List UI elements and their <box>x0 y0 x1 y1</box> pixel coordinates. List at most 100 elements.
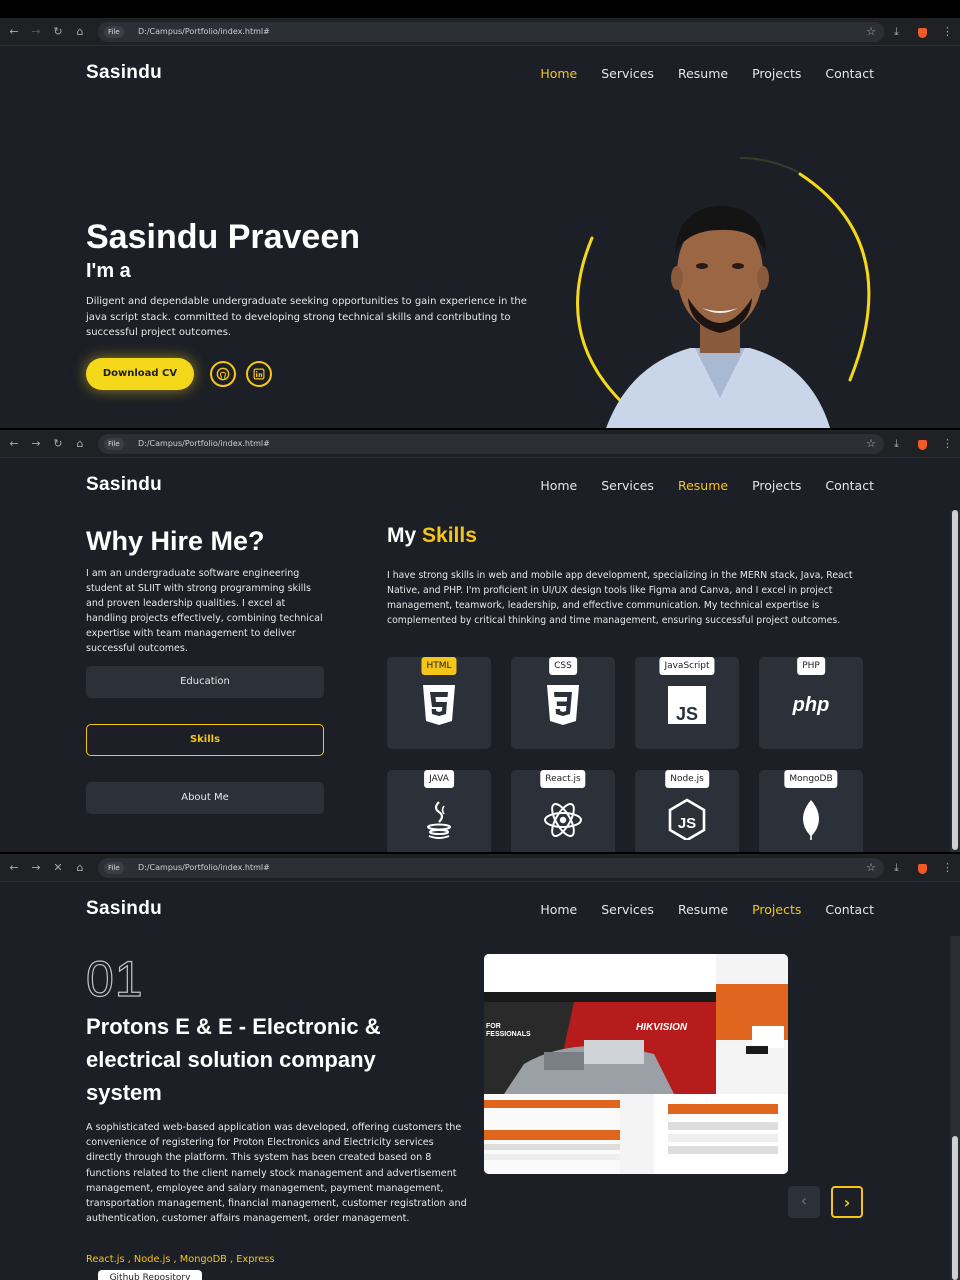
html5-icon <box>423 685 455 725</box>
java-icon <box>427 801 451 839</box>
skill-label: JavaScript <box>659 657 715 675</box>
about-me-button[interactable]: About Me <box>86 782 324 814</box>
nav-services[interactable]: Services <box>601 902 654 917</box>
url-text[interactable]: D:/Campus/Portfolio/index.html# <box>138 434 270 454</box>
site-logo[interactable]: Sasindu <box>86 474 162 496</box>
github-icon[interactable] <box>210 361 236 387</box>
projects-screen-panel: ← → ✕ ⌂ File D:/Campus/Portfolio/index.h… <box>0 854 960 1280</box>
skill-card-react[interactable]: React.js <box>511 770 615 852</box>
page-scrollbar[interactable] <box>950 936 960 1280</box>
home-icon[interactable]: ⌂ <box>72 858 88 878</box>
hero-subtitle: I'm a <box>86 260 131 282</box>
file-chip[interactable]: File <box>104 26 124 38</box>
home-icon[interactable]: ⌂ <box>72 434 88 454</box>
browser-toolbar: ← → ↻ ⌂ File D:/Campus/Portfolio/index.h… <box>0 18 960 46</box>
address-bar[interactable]: File D:/Campus/Portfolio/index.html# ☆ <box>98 434 884 454</box>
nav-home[interactable]: Home <box>540 902 577 917</box>
svg-text:HIKVISION: HIKVISION <box>636 1022 688 1033</box>
nav-resume[interactable]: Resume <box>678 66 728 81</box>
skills-description: I have strong skills in web and mobile a… <box>387 570 853 626</box>
chevron-right-icon[interactable]: › <box>831 1186 863 1218</box>
nav-home[interactable]: Home <box>540 478 577 493</box>
skill-card-java[interactable]: JAVA <box>387 770 491 852</box>
site-navbar: Sasindu Home Services Resume Projects Co… <box>0 882 960 938</box>
skill-label: HTML <box>421 657 457 675</box>
forward-icon[interactable]: → <box>28 858 44 878</box>
nav-contact[interactable]: Contact <box>825 902 874 917</box>
back-icon[interactable]: ← <box>6 22 22 42</box>
site-navbar: Sasindu Home Services Resume Projects Co… <box>0 46 960 102</box>
home-icon[interactable]: ⌂ <box>72 22 88 42</box>
back-icon[interactable]: ← <box>6 858 22 878</box>
nav-projects[interactable]: Projects <box>752 478 801 493</box>
skill-card-javascript[interactable]: JavaScript JS <box>635 657 739 749</box>
nav-resume[interactable]: Resume <box>678 902 728 917</box>
skills-title-prefix: My <box>387 524 417 547</box>
file-chip[interactable]: File <box>104 438 124 450</box>
file-chip[interactable]: File <box>104 862 124 874</box>
nav-links: Home Services Resume Projects Contact <box>540 902 874 917</box>
site-logo[interactable]: Sasindu <box>86 62 162 84</box>
bookmark-star-icon[interactable]: ☆ <box>866 858 876 878</box>
brave-shield-icon[interactable] <box>918 440 927 450</box>
url-text[interactable]: D:/Campus/Portfolio/index.html# <box>138 22 270 42</box>
skill-label: PHP <box>797 657 825 675</box>
address-bar[interactable]: File D:/Campus/Portfolio/index.html# ☆ <box>98 858 884 878</box>
forward-icon[interactable]: → <box>28 22 44 42</box>
chevron-left-icon[interactable]: ‹ <box>788 1186 820 1218</box>
skill-card-nodejs[interactable]: Node.js JS <box>635 770 739 852</box>
forward-icon[interactable]: → <box>28 434 44 454</box>
back-icon[interactable]: ← <box>6 434 22 454</box>
download-icon[interactable]: ⤓ <box>894 434 899 454</box>
scrollbar-thumb[interactable] <box>952 1136 958 1280</box>
brave-shield-icon[interactable] <box>918 28 927 38</box>
reload-icon[interactable]: ↻ <box>50 22 66 42</box>
browser-toolbar: ← → ✕ ⌂ File D:/Campus/Portfolio/index.h… <box>0 854 960 882</box>
bookmark-star-icon[interactable]: ☆ <box>866 434 876 454</box>
bookmark-star-icon[interactable]: ☆ <box>866 22 876 42</box>
project-number: 01 <box>85 950 144 1007</box>
nav-contact[interactable]: Contact <box>825 478 874 493</box>
download-cv-button[interactable]: Download CV <box>86 358 194 390</box>
menu-kebab-icon[interactable]: ⋮ <box>942 22 953 42</box>
nav-services[interactable]: Services <box>601 478 654 493</box>
education-button[interactable]: Education <box>86 666 324 698</box>
project-tech-stack: React.js , Node.js , MongoDB , Express <box>86 1254 275 1265</box>
github-repository-button[interactable]: Github Repository <box>98 1270 202 1280</box>
download-icon[interactable]: ⤓ <box>894 858 899 878</box>
url-text[interactable]: D:/Campus/Portfolio/index.html# <box>138 858 270 878</box>
skill-card-html[interactable]: HTML <box>387 657 491 749</box>
nodejs-icon: JS <box>668 798 706 840</box>
browser-toolbar: ← → ↻ ⌂ File D:/Campus/Portfolio/index.h… <box>0 430 960 458</box>
nav-services[interactable]: Services <box>601 66 654 81</box>
nav-projects[interactable]: Projects <box>752 66 801 81</box>
svg-text:JS: JS <box>676 704 698 724</box>
javascript-icon: JS <box>668 686 706 724</box>
skills-button[interactable]: Skills <box>86 724 324 756</box>
site-logo[interactable]: Sasindu <box>86 898 162 920</box>
reload-icon[interactable]: ↻ <box>50 434 66 454</box>
nav-contact[interactable]: Contact <box>825 66 874 81</box>
skill-card-mongodb[interactable]: MongoDB <box>759 770 863 852</box>
project-description: A sophisticated web-based application wa… <box>86 1122 467 1225</box>
project-screenshot[interactable]: FOR FESSIONALS HIKVISION <box>484 954 788 1174</box>
linkedin-icon[interactable] <box>246 361 272 387</box>
skill-card-php[interactable]: PHP php <box>759 657 863 749</box>
menu-kebab-icon[interactable]: ⋮ <box>942 858 953 878</box>
skill-card-css[interactable]: CSS <box>511 657 615 749</box>
scrollbar-thumb[interactable] <box>952 510 958 850</box>
menu-kebab-icon[interactable]: ⋮ <box>942 434 953 454</box>
download-icon[interactable]: ⤓ <box>894 22 899 42</box>
address-bar[interactable]: File D:/Campus/Portfolio/index.html# ☆ <box>98 22 884 42</box>
nav-resume[interactable]: Resume <box>678 478 728 493</box>
site-navbar: Sasindu Home Services Resume Projects Co… <box>0 458 960 514</box>
stop-loading-icon[interactable]: ✕ <box>50 858 66 878</box>
brave-shield-icon[interactable] <box>918 864 927 874</box>
skill-label: React.js <box>540 770 586 788</box>
nav-home[interactable]: Home <box>540 66 577 81</box>
svg-text:FESSIONALS: FESSIONALS <box>486 1031 531 1038</box>
skill-label: JAVA <box>424 770 454 788</box>
page-scrollbar[interactable] <box>950 510 960 852</box>
nav-projects[interactable]: Projects <box>752 902 801 917</box>
hero-name: Sasindu Praveen <box>86 218 361 256</box>
